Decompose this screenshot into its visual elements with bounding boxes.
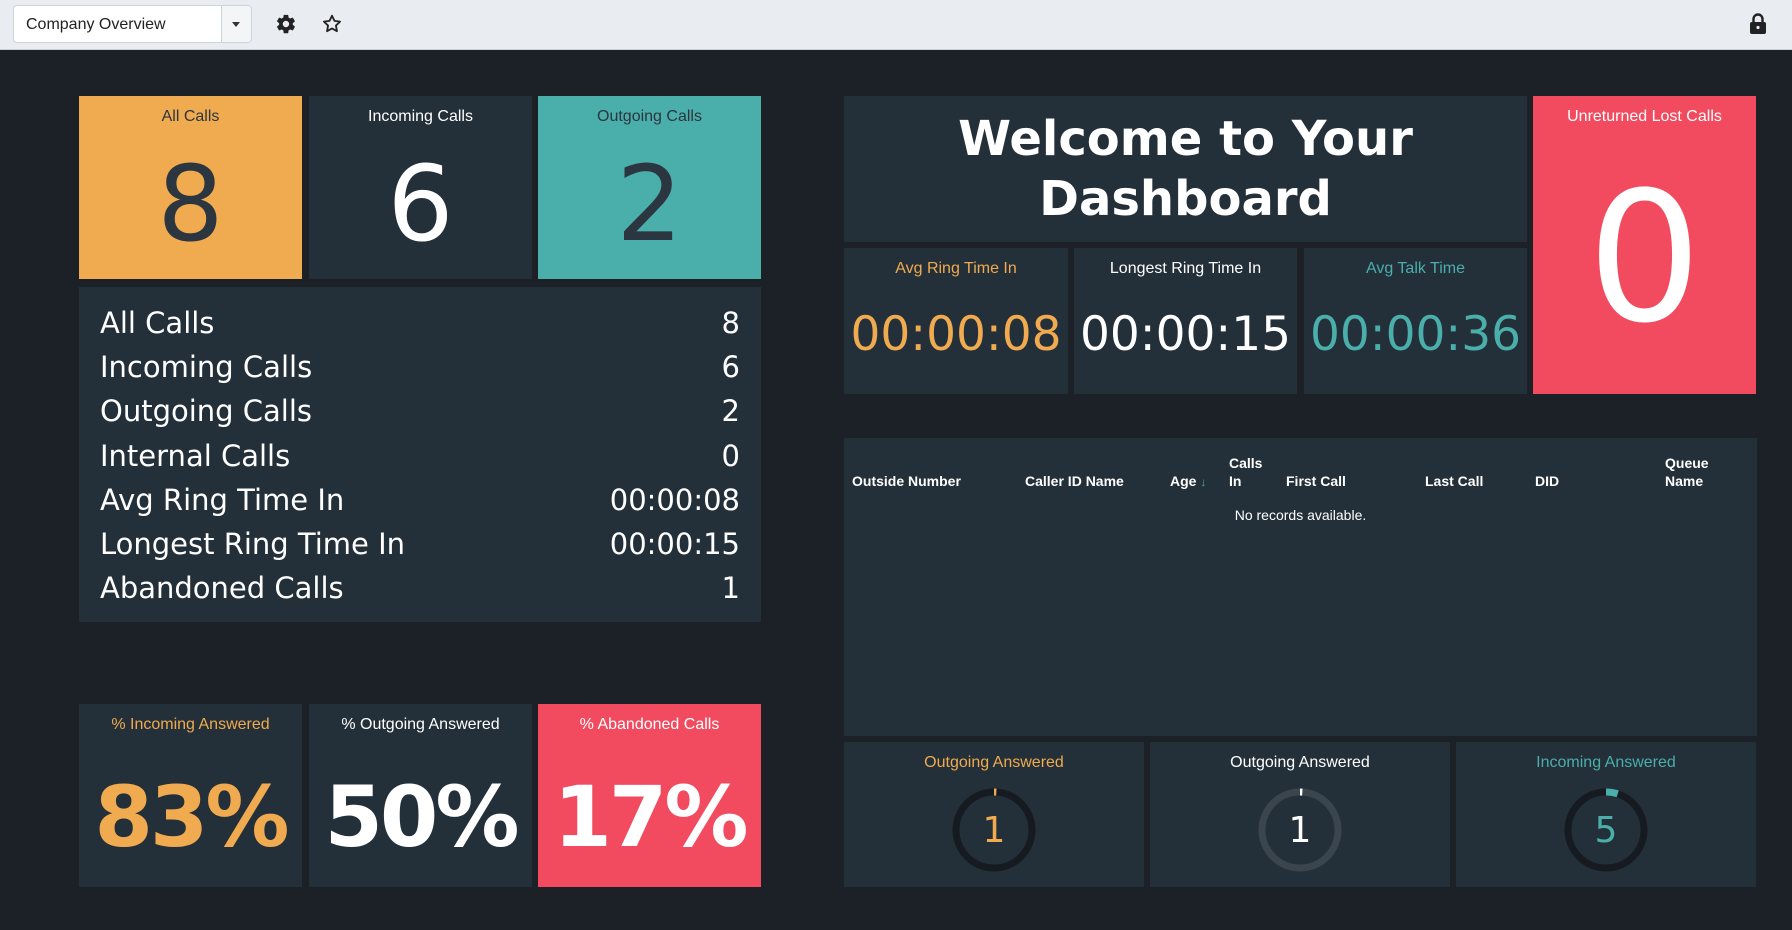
tile-value: 83% — [94, 768, 289, 866]
column-header-did[interactable]: DID — [1535, 472, 1559, 490]
list-item: Outgoing Calls 2 — [100, 389, 740, 433]
tile-value: 50% — [324, 768, 519, 866]
tile-title: Unreturned Lost Calls — [1567, 108, 1722, 125]
tile-title: Avg Talk Time — [1365, 260, 1465, 277]
column-header-calls-in[interactable]: Calls In — [1229, 454, 1262, 490]
lost-calls-table: Outside Number Caller ID Name Age ↓ Call… — [844, 438, 1757, 736]
stat-label: Outgoing Calls — [100, 394, 313, 429]
tile-value: 00:00:36 — [1309, 307, 1522, 362]
tile-title: Outgoing Answered — [1230, 754, 1370, 771]
tile-value: 0 — [1587, 154, 1702, 363]
outgoing-calls-tile: Outgoing Calls 2 — [538, 96, 761, 279]
tile-title: Longest Ring Time In — [1109, 260, 1262, 277]
column-header-calls-in-line-1: Calls — [1229, 455, 1263, 471]
tile-title: % Incoming Answered — [111, 716, 270, 733]
tile-value: 00:00:15 — [1079, 307, 1292, 362]
tile-title: Avg Ring Time In — [895, 260, 1017, 277]
list-item: Internal Calls 0 — [100, 434, 740, 478]
column-header-caller-id-name[interactable]: Caller ID Name — [1025, 472, 1124, 490]
tile-title: % Abandoned Calls — [579, 716, 720, 733]
welcome-banner: Welcome to Your Dashboard — [844, 96, 1527, 242]
stat-label: Incoming Calls — [100, 350, 313, 385]
gauge-value: 1 — [983, 810, 1006, 851]
avg-talk-time-tile: Avg Talk Time 00:00:36 — [1304, 248, 1527, 394]
tile-value: 17% — [553, 768, 748, 866]
stat-value: 2 — [721, 394, 740, 429]
lock-icon[interactable] — [1745, 11, 1771, 37]
gear-icon[interactable] — [273, 11, 299, 37]
top-toolbar: Company Overview — [0, 0, 1792, 50]
incoming-answered-gauge-tile: Incoming Answered 5 — [1456, 742, 1756, 887]
pct-outgoing-answered-tile: % Outgoing Answered 50% — [309, 704, 532, 887]
tile-value: 00:00:08 — [850, 307, 1062, 362]
tile-title: Outgoing Answered — [924, 754, 1064, 771]
welcome-line-2: Dashboard — [1039, 171, 1332, 227]
outgoing-answered-gauge-tile: Outgoing Answered 1 — [844, 742, 1144, 887]
stat-value: 00:00:15 — [609, 527, 740, 562]
tile-title: Outgoing Calls — [597, 108, 702, 125]
tile-title: Incoming Calls — [368, 108, 473, 125]
stat-label: All Calls — [100, 306, 215, 341]
list-item: Abandoned Calls 1 — [100, 566, 740, 610]
gauge-value: 1 — [1289, 810, 1312, 851]
sort-descending-icon: ↓ — [1200, 475, 1207, 489]
pct-abandoned-calls-tile: % Abandoned Calls 17% — [538, 704, 761, 887]
outgoing-answered-gauge-tile-2: Outgoing Answered 1 — [1150, 742, 1450, 887]
stat-label: Longest Ring Time In — [100, 527, 406, 562]
stat-value: 00:00:08 — [609, 482, 740, 517]
tile-value: 6 — [387, 143, 454, 265]
welcome-line-1: Welcome to Your — [958, 111, 1413, 167]
chevron-down-icon[interactable] — [221, 6, 251, 42]
star-icon[interactable] — [319, 11, 345, 37]
stat-value: 0 — [721, 438, 740, 473]
empty-table-message: No records available. — [1234, 507, 1367, 523]
unreturned-lost-calls-tile: Unreturned Lost Calls 0 — [1533, 96, 1756, 394]
stat-value: 8 — [721, 306, 740, 341]
pct-incoming-answered-tile: % Incoming Answered 83% — [79, 704, 302, 887]
tile-title: % Outgoing Answered — [341, 716, 500, 733]
list-item: Incoming Calls 6 — [100, 345, 740, 389]
column-header-age-label: Age — [1170, 473, 1197, 489]
all-calls-tile: All Calls 8 — [79, 96, 302, 279]
tile-value: 2 — [616, 143, 683, 265]
dashboard-select-value: Company Overview — [26, 16, 166, 33]
column-header-queue-name[interactable]: Queue Name — [1665, 454, 1709, 490]
gauge-value: 5 — [1595, 810, 1618, 851]
tile-value: 8 — [157, 143, 224, 265]
stat-value: 1 — [721, 571, 740, 606]
column-header-queue-name-line-2: Name — [1665, 473, 1704, 489]
dashboard-select[interactable]: Company Overview — [13, 5, 252, 43]
column-header-age[interactable]: Age ↓ — [1170, 472, 1206, 491]
list-item: Longest Ring Time In 00:00:15 — [100, 522, 740, 566]
list-item: Avg Ring Time In 00:00:08 — [100, 478, 740, 522]
list-item: All Calls 8 — [100, 301, 740, 345]
incoming-calls-tile: Incoming Calls 6 — [309, 96, 532, 279]
column-header-calls-in-line-2: In — [1229, 473, 1242, 489]
tile-title: All Calls — [161, 108, 220, 125]
tile-title: Incoming Answered — [1536, 754, 1676, 771]
column-header-outside-number[interactable]: Outside Number — [852, 472, 961, 490]
longest-ring-time-tile: Longest Ring Time In 00:00:15 — [1074, 248, 1297, 394]
column-header-last-call[interactable]: Last Call — [1425, 472, 1483, 490]
stat-value: 6 — [721, 350, 740, 385]
stat-label: Avg Ring Time In — [100, 482, 345, 517]
column-header-first-call[interactable]: First Call — [1286, 472, 1346, 490]
call-stats-list: All Calls 8 Incoming Calls 6 Outgoing Call… — [79, 287, 761, 622]
avg-ring-time-tile: Avg Ring Time In 00:00:08 — [844, 248, 1068, 394]
gauge-ring: 1 — [952, 788, 1036, 872]
stat-label: Internal Calls — [100, 438, 291, 473]
gauge-ring: 5 — [1564, 788, 1648, 872]
column-header-queue-name-line-1: Queue — [1665, 455, 1709, 471]
gauge-ring: 1 — [1258, 788, 1342, 872]
stat-label: Abandoned Calls — [100, 571, 344, 606]
